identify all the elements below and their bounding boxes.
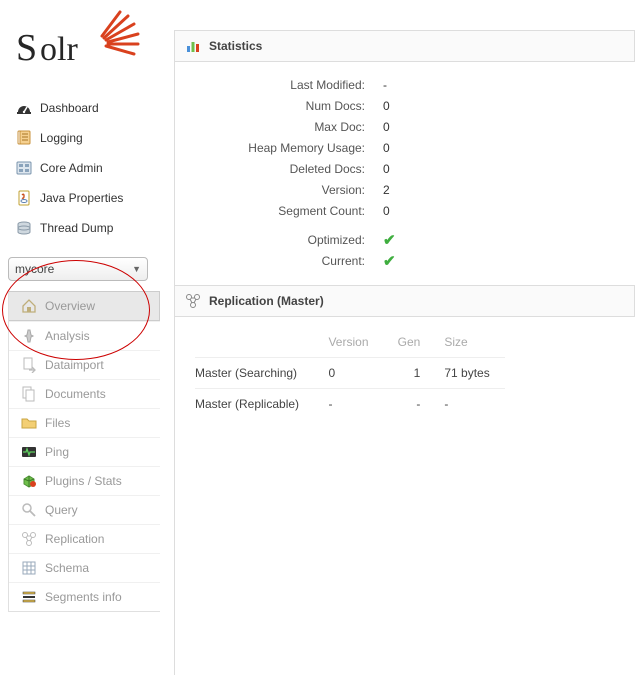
core-nav: Overview Analysis Dataimport Documents F… <box>8 291 160 612</box>
core-nav-label: Plugins / Stats <box>45 474 122 488</box>
nav-logging[interactable]: Logging <box>8 123 160 153</box>
stat-value: 0 <box>365 204 390 218</box>
check-icon: ✔ <box>365 252 396 270</box>
statistics-title: Statistics <box>209 39 262 53</box>
stat-value: 0 <box>365 162 390 176</box>
stat-label: Optimized: <box>185 233 365 247</box>
core-nav-label: Replication <box>45 532 104 546</box>
stat-value: 0 <box>365 141 390 155</box>
nav-label: Logging <box>40 131 83 145</box>
solr-logo: S olr <box>16 10 160 73</box>
svg-text:olr: olr <box>40 31 78 68</box>
col-blank <box>195 331 316 358</box>
stat-value: 2 <box>365 183 390 197</box>
col-size: Size <box>432 331 505 358</box>
stat-value: - <box>365 78 387 92</box>
core-selected-label: mycore <box>15 262 54 276</box>
core-nav-documents[interactable]: Documents <box>9 379 160 408</box>
statistics-header: Statistics <box>175 30 635 62</box>
nav-label: Thread Dump <box>40 221 113 235</box>
core-nav-plugins[interactable]: Plugins / Stats <box>9 466 160 495</box>
col-version: Version <box>316 331 383 358</box>
row-gen: - <box>383 389 432 420</box>
core-nav-dataimport[interactable]: Dataimport <box>9 350 160 379</box>
core-nav-label: Dataimport <box>45 358 104 372</box>
logging-icon <box>16 130 32 146</box>
nav-coreadmin[interactable]: Core Admin <box>8 153 160 183</box>
replication-title: Replication (Master) <box>209 294 324 308</box>
core-selector[interactable]: mycore ▼ <box>8 257 148 281</box>
stat-label: Segment Count: <box>185 204 365 218</box>
core-nav-label: Analysis <box>45 329 90 343</box>
col-gen: Gen <box>383 331 432 358</box>
row-size: 71 bytes <box>432 358 505 389</box>
core-nav-overview[interactable]: Overview <box>9 291 160 321</box>
statistics-icon <box>185 38 201 54</box>
nav-label: Core Admin <box>40 161 103 175</box>
stat-label: Num Docs: <box>185 99 365 113</box>
coreadmin-icon <box>16 160 32 176</box>
replication-icon <box>21 531 37 547</box>
replication-icon <box>185 293 201 309</box>
nav-label: Java Properties <box>40 191 123 205</box>
core-nav-replication[interactable]: Replication <box>9 524 160 553</box>
row-version: - <box>316 389 383 420</box>
svg-text:S: S <box>16 27 37 69</box>
stat-label: Heap Memory Usage: <box>185 141 365 155</box>
core-nav-schema[interactable]: Schema <box>9 553 160 582</box>
core-nav-label: Query <box>45 503 78 517</box>
nav-threaddump[interactable]: Thread Dump <box>8 213 160 243</box>
stat-label: Max Doc: <box>185 120 365 134</box>
nav-dashboard[interactable]: Dashboard <box>8 93 160 123</box>
plugins-icon <box>21 473 37 489</box>
dataimport-icon <box>21 357 37 373</box>
row-size: - <box>432 389 505 420</box>
table-row: Master (Searching) 0 1 71 bytes <box>195 358 505 389</box>
core-nav-segments[interactable]: Segments info <box>9 582 160 611</box>
core-nav-label: Ping <box>45 445 69 459</box>
main-nav: Dashboard Logging Core Admin Java Proper… <box>8 93 160 243</box>
core-nav-label: Overview <box>45 299 95 313</box>
row-label: Master (Replicable) <box>195 389 316 420</box>
core-nav-files[interactable]: Files <box>9 408 160 437</box>
threaddump-icon <box>16 220 32 236</box>
core-nav-query[interactable]: Query <box>9 495 160 524</box>
replication-header: Replication (Master) <box>175 285 635 317</box>
schema-icon <box>21 560 37 576</box>
stat-value: 0 <box>365 99 390 113</box>
core-nav-label: Documents <box>45 387 106 401</box>
stat-label: Deleted Docs: <box>185 162 365 176</box>
core-nav-analysis[interactable]: Analysis <box>9 321 160 350</box>
query-icon <box>21 502 37 518</box>
stat-label: Last Modified: <box>185 78 365 92</box>
row-label: Master (Searching) <box>195 358 316 389</box>
nav-javaprops[interactable]: Java Properties <box>8 183 160 213</box>
row-version: 0 <box>316 358 383 389</box>
core-nav-ping[interactable]: Ping <box>9 437 160 466</box>
chevron-down-icon: ▼ <box>132 264 141 274</box>
core-nav-label: Segments info <box>45 590 122 604</box>
row-gen: 1 <box>383 358 432 389</box>
stat-label: Current: <box>185 254 365 268</box>
dashboard-icon <box>16 100 32 116</box>
nav-label: Dashboard <box>40 101 99 115</box>
analysis-icon <box>21 328 37 344</box>
stat-value: 0 <box>365 120 390 134</box>
replication-body: Version Gen Size Master (Searching) 0 1 … <box>175 317 635 433</box>
documents-icon <box>21 386 37 402</box>
statistics-body: Last Modified:- Num Docs:0 Max Doc:0 Hea… <box>175 62 635 285</box>
table-row: Master (Replicable) - - - <box>195 389 505 420</box>
core-nav-label: Schema <box>45 561 89 575</box>
files-icon <box>21 415 37 431</box>
segments-icon <box>21 589 37 605</box>
overview-icon <box>21 298 37 314</box>
replication-table: Version Gen Size Master (Searching) 0 1 … <box>195 331 505 419</box>
core-nav-label: Files <box>45 416 70 430</box>
stat-label: Version: <box>185 183 365 197</box>
ping-icon <box>21 444 37 460</box>
check-icon: ✔ <box>365 231 396 249</box>
javaprops-icon <box>16 190 32 206</box>
